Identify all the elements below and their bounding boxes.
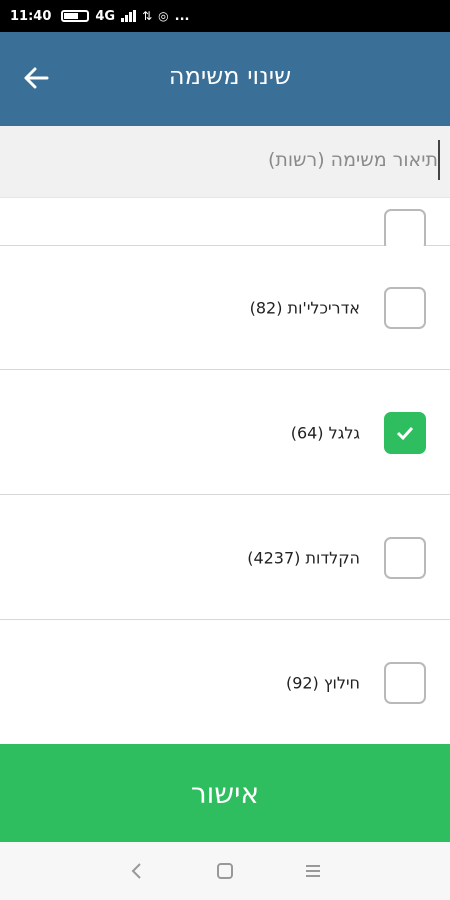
- description-field-container: [0, 126, 450, 198]
- hotspot-icon: ◎: [158, 9, 169, 23]
- battery-icon: [61, 10, 90, 22]
- checkmark-icon: [396, 426, 414, 440]
- more-notifications: ...: [174, 8, 190, 24]
- category-checkbox[interactable]: [384, 662, 426, 704]
- category-label: גלגל (64): [290, 423, 360, 442]
- menu-icon: [306, 865, 320, 877]
- list-item[interactable]: חילוץ (92): [0, 621, 450, 744]
- category-checkbox[interactable]: [384, 411, 426, 454]
- chevron-left-icon: [131, 863, 141, 879]
- list-item[interactable]: הקלדות (4237): [0, 496, 450, 620]
- category-label: הקלדות (4237): [247, 548, 360, 567]
- category-list: אדריכלי'ות (82) גלגל (64) הקלדות (4237) …: [0, 198, 450, 744]
- system-nav-bar: [0, 842, 450, 900]
- status-time: 11:40: [10, 8, 52, 24]
- list-item[interactable]: גלגל (64): [0, 371, 450, 495]
- square-icon: [217, 863, 233, 879]
- nav-home-button[interactable]: [211, 857, 239, 885]
- category-checkbox[interactable]: [384, 209, 426, 251]
- page-title: שינוי משימה: [168, 62, 292, 90]
- app-bar: שינוי משימה: [0, 32, 450, 126]
- category-checkbox[interactable]: [384, 286, 426, 329]
- data-transfer-icon: ⇅: [142, 9, 153, 23]
- nav-menu-button[interactable]: [299, 857, 327, 885]
- category-checkbox[interactable]: [384, 536, 426, 579]
- confirm-button[interactable]: אישור: [0, 744, 450, 842]
- signal-icon: [121, 10, 137, 22]
- network-type: 4G: [95, 8, 116, 24]
- category-label: חילוץ (92): [285, 673, 360, 693]
- category-label: אדריכלי'ות (82): [249, 298, 360, 317]
- task-description-input[interactable]: [180, 140, 440, 180]
- status-bar: 11:40 4G ⇅ ◎ ...: [0, 0, 450, 32]
- nav-back-button[interactable]: [123, 857, 151, 885]
- list-item[interactable]: [0, 198, 450, 251]
- list-item[interactable]: אדריכלי'ות (82): [0, 246, 450, 370]
